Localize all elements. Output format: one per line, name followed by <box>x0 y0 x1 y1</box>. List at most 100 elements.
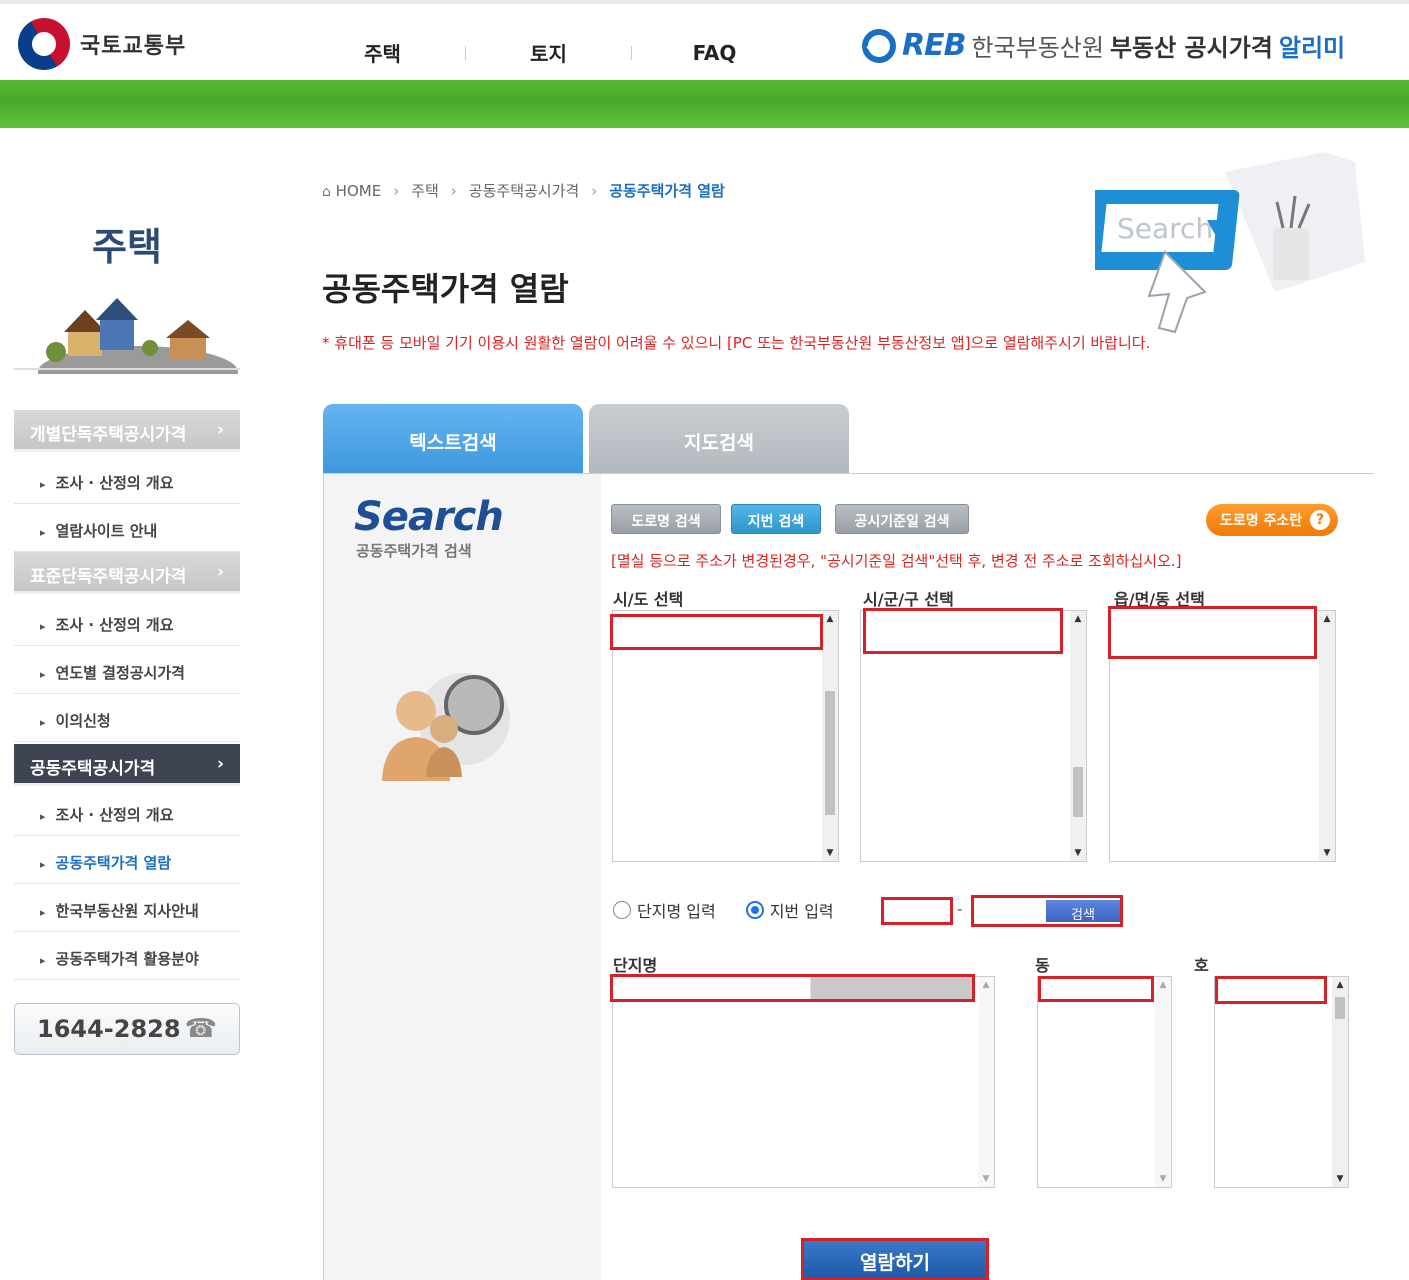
radio-danji-name[interactable]: 단지명 입력 <box>613 898 716 922</box>
phone-contact: 1644-2828 ☎ <box>14 1003 240 1055</box>
sidebar-cat-individual-detached[interactable]: 개별단독주택공시가격 › <box>14 410 240 452</box>
lot-number-search-button[interactable]: 지번 검색 <box>731 504 821 534</box>
sidebar-cat-label: 개별단독주택공시가격 <box>30 425 187 445</box>
breadcrumb-apartment[interactable]: 공동주택공시가격 <box>469 180 579 201</box>
breadcrumb: ⌂ HOME › 주택 › 공동주택공시가격 › 공동주택가격 열람 <box>322 180 725 201</box>
radio-lot-number[interactable]: 지번 입력 <box>745 898 834 922</box>
scrollbar[interactable]: ▲ ▼ <box>1070 611 1086 861</box>
search-panel: Search 공동주택가격 검색 도로명 검색 지번 검색 공시기준일 검색 도… <box>323 473 1374 1280</box>
scroll-down-icon[interactable]: ▼ <box>978 1171 994 1187</box>
radio-lot-label: 지번 입력 <box>769 902 834 921</box>
person-magnifier-icon <box>382 673 510 781</box>
tab-map-search[interactable]: 지도검색 <box>589 404 849 474</box>
chevron-right-icon: › <box>216 420 224 440</box>
base-date-search-button[interactable]: 공시기준일 검색 <box>835 504 969 534</box>
bullet-icon: ▸ <box>40 906 46 919</box>
breadcrumb-housing[interactable]: 주택 <box>411 180 439 201</box>
nav-faq[interactable]: FAQ <box>632 41 797 65</box>
dong-label: 동 <box>1035 956 1050 975</box>
highlighted-eupmyeondong-option[interactable] <box>1108 606 1317 659</box>
bullet-icon: ▸ <box>40 478 46 491</box>
sido-label: 시/도 선택 <box>613 590 684 609</box>
telephone-icon: ☎ <box>184 1014 217 1044</box>
highlighted-sigungu-option[interactable] <box>863 608 1063 654</box>
breadcrumb-arrow-icon: › <box>393 181 400 200</box>
nav-land[interactable]: 토지 <box>466 38 631 67</box>
scroll-thumb[interactable] <box>1073 767 1083 817</box>
sidebar-item-label: 조사 · 산정의 개요 <box>55 616 174 634</box>
search-subtitle: 공동주택가격 검색 <box>356 542 472 560</box>
tab-text-search[interactable]: 텍스트검색 <box>323 404 583 474</box>
scroll-down-icon[interactable]: ▼ <box>1332 1171 1348 1187</box>
search-logo: Search <box>354 494 504 540</box>
danji-list[interactable]: ▲ ▼ <box>612 976 995 1188</box>
reb-swirl-icon <box>862 28 896 63</box>
nav-housing[interactable]: 주택 <box>300 38 465 67</box>
phone-number: 1644-2828 <box>37 1015 181 1043</box>
sidebar-cat-label: 표준단독주택공시가격 <box>30 567 187 587</box>
road-name-search-button[interactable]: 도로명 검색 <box>611 504 721 534</box>
highlighted-sido-option[interactable] <box>610 614 823 650</box>
sub-lot-number-group: 검색 <box>971 895 1123 927</box>
ho-label: 호 <box>1194 956 1209 975</box>
search-form: 도로명 검색 지번 검색 공시기준일 검색 도로명 주소란 ? [멸실 등으로 … <box>601 474 1374 1280</box>
ho-list[interactable]: ▲ ▼ <box>1214 976 1349 1188</box>
sidebar-item-label: 조사 · 산정의 개요 <box>55 474 174 492</box>
breadcrumb-arrow-icon: › <box>450 181 457 200</box>
sidebar-item-viewing-sites[interactable]: ▸ 열람사이트 안내 <box>14 504 240 552</box>
sidebar-item-label: 열람사이트 안내 <box>55 522 158 540</box>
scrollbar[interactable]: ▲ ▼ <box>1155 977 1171 1187</box>
scroll-thumb[interactable] <box>825 691 835 815</box>
reb-logo[interactable]: REB 한국부동산원 부동산 공시가격 알리미 <box>862 28 1345 63</box>
scroll-up-icon[interactable]: ▲ <box>1332 977 1348 993</box>
sidebar-item-survey-overview[interactable]: ▸ 조사 · 산정의 개요 <box>14 598 240 646</box>
question-icon: ? <box>1310 510 1330 530</box>
main-lot-number-input[interactable] <box>881 897 953 925</box>
scroll-up-icon[interactable]: ▲ <box>978 977 994 993</box>
sidebar-item-branch-info[interactable]: ▸ 한국부동산원 지사안내 <box>14 884 240 932</box>
scroll-down-icon[interactable]: ▼ <box>822 845 838 861</box>
dong-list[interactable]: ▲ ▼ <box>1037 976 1172 1188</box>
sidebar-cat-apartment[interactable]: 공동주택공시가격 › <box>14 744 240 786</box>
scrollbar[interactable]: ▲ ▼ <box>1319 611 1335 861</box>
lot-search-button[interactable]: 검색 <box>1046 900 1120 923</box>
bullet-icon: ▸ <box>40 810 46 823</box>
scroll-down-icon[interactable]: ▼ <box>1070 845 1086 861</box>
reb-org-name: 한국부동산원 <box>971 34 1104 62</box>
reb-service-name: 부동산 공시가격 <box>1109 34 1273 62</box>
highlighted-danji-row[interactable] <box>610 974 975 1002</box>
breadcrumb-home[interactable]: ⌂ HOME <box>322 182 381 200</box>
scroll-up-icon[interactable]: ▲ <box>1070 611 1086 627</box>
sidebar-item-usage-fields[interactable]: ▸ 공동주택가격 활용분야 <box>14 932 240 980</box>
search-hero-illustration-icon: Search <box>1095 152 1365 334</box>
scroll-down-icon[interactable]: ▼ <box>1155 1171 1171 1187</box>
scroll-up-icon[interactable]: ▲ <box>1319 611 1335 627</box>
scroll-down-icon[interactable]: ▼ <box>1319 845 1335 861</box>
view-price-button[interactable]: 열람하기 <box>801 1238 989 1280</box>
hero-search-text: Search <box>1117 212 1213 245</box>
houses-illustration-icon <box>38 298 238 374</box>
bullet-icon: ▸ <box>40 668 46 681</box>
ministry-logo[interactable]: 국토교통부 <box>8 8 186 80</box>
radio-danji-label: 단지명 입력 <box>637 902 716 921</box>
road-address-help-button[interactable]: 도로명 주소란 ? <box>1206 504 1338 536</box>
reb-mark: REB <box>902 28 966 63</box>
highlighted-dong-row[interactable] <box>1038 976 1154 1002</box>
scroll-thumb[interactable] <box>1335 997 1345 1019</box>
sidebar-cat-standard-detached[interactable]: 표준단독주택공시가격 › <box>14 552 240 594</box>
sidebar-item-label: 조사 · 산정의 개요 <box>55 806 174 824</box>
scrollbar[interactable]: ▲ ▼ <box>978 977 994 1187</box>
sidebar-item-apartment-price-view[interactable]: ▸ 공동주택가격 열람 <box>14 836 240 884</box>
scroll-up-icon[interactable]: ▲ <box>1155 977 1171 993</box>
sidebar-item-yearly-prices[interactable]: ▸ 연도별 결정공시가격 <box>14 646 240 694</box>
scroll-up-icon[interactable]: ▲ <box>822 611 838 627</box>
highlighted-ho-row[interactable] <box>1215 976 1327 1004</box>
breadcrumb-arrow-icon: › <box>591 181 598 200</box>
scrollbar[interactable]: ▲ ▼ <box>1332 977 1348 1187</box>
scrollbar[interactable]: ▲ ▼ <box>822 611 838 861</box>
sidebar-item-survey-overview[interactable]: ▸ 조사 · 산정의 개요 <box>14 456 240 504</box>
top-nav: 주택 토지 FAQ <box>300 38 797 67</box>
reb-service-accent: 알리미 <box>1278 34 1346 62</box>
sidebar-item-objection[interactable]: ▸ 이의신청 <box>14 694 240 742</box>
sidebar-item-survey-overview[interactable]: ▸ 조사 · 산정의 개요 <box>14 788 240 836</box>
